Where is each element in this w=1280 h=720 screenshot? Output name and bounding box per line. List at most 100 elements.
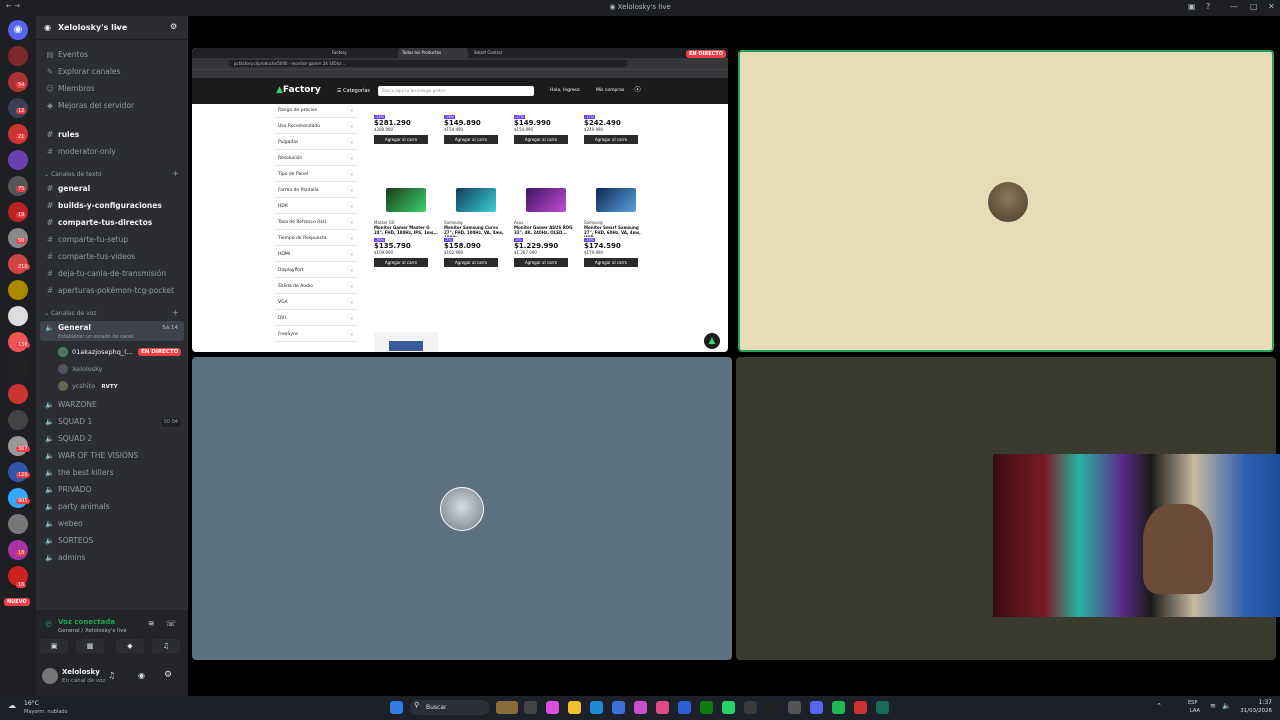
voice-user[interactable]: 01akazjosephq_(...: [58, 345, 133, 359]
channel-general[interactable]: # general: [44, 182, 90, 196]
server-header[interactable]: ◉ Xelolosky's live ⌄ ⚙: [36, 16, 188, 40]
avatar[interactable]: [42, 668, 58, 684]
product-card[interactable]: -17% $242.490 $249.990 Agregar al carro: [584, 114, 648, 144]
product-card[interactable]: Asus Monitor Gamer ASUS ROG 32", 4K, 240H…: [514, 188, 578, 267]
voice-user[interactable]: Xelolosky: [58, 362, 103, 376]
activities-button[interactable]: ◆: [116, 639, 144, 653]
server-icon[interactable]: [8, 280, 28, 300]
voice-channel[interactable]: 🔈 WAR OF THE VISIONS: [44, 449, 138, 463]
store-logo[interactable]: ▲Factory: [276, 85, 321, 95]
soundboard-icon[interactable]: ≋: [148, 619, 155, 628]
chat-bubble-icon[interactable]: ▲: [704, 333, 720, 349]
voice-channel[interactable]: 🔈 PRIVADO: [44, 483, 91, 497]
help-icon[interactable]: ?: [1206, 2, 1210, 11]
weather-temp[interactable]: 16°C: [24, 700, 39, 707]
browser-tab-active[interactable]: Todos los Productos: [398, 48, 468, 58]
clock-time[interactable]: 1:37: [1232, 699, 1272, 706]
server-icon[interactable]: [8, 410, 28, 430]
category-text[interactable]: ⌄ Canales de texto: [44, 171, 102, 178]
language-indicator-sub[interactable]: LAA: [1190, 708, 1200, 714]
instagram-icon[interactable]: [656, 701, 669, 714]
copilot-icon[interactable]: [546, 701, 559, 714]
file-explorer-icon[interactable]: [568, 701, 581, 714]
headphones-icon[interactable]: ◉: [138, 671, 145, 680]
voice-channel[interactable]: 🔈 SQUAD 1 00 04: [44, 415, 180, 429]
minimize-button[interactable]: —: [1230, 2, 1238, 11]
filter-item[interactable]: Uso Recomendado ⌄: [275, 119, 357, 134]
voice-channel[interactable]: 🔈 webeo: [44, 517, 82, 531]
product-card[interactable]: -27% $149.990 $154.990 Agregar al carro: [514, 114, 578, 144]
voice-channel-general[interactable]: 🔈 General 5á:14 Establecer un estado de c…: [40, 321, 184, 341]
voice-location[interactable]: General / Xelolosky's live: [58, 628, 127, 634]
add-member-icon[interactable]: ⚙: [170, 22, 177, 31]
filter-item[interactable]: FreeSync ⌄: [275, 327, 357, 342]
nav-events[interactable]: ▤ Eventos: [44, 48, 88, 62]
menu-button[interactable]: ☰ Categorías: [337, 88, 370, 94]
add-to-cart-button[interactable]: Agregar al carro: [514, 258, 568, 267]
inbox-icon[interactable]: ▣: [1188, 2, 1196, 11]
filter-item[interactable]: HDR ⌄: [275, 199, 357, 214]
server-icon[interactable]: [8, 358, 28, 378]
filter-item[interactable]: VGA ⌄: [275, 295, 357, 310]
product-card[interactable]: Samsung Monitor Samsung Curvo 27", FHD, 1…: [444, 188, 508, 267]
signal-icon[interactable]: ℗: [44, 620, 53, 630]
screen-share-tile[interactable]: Factory Todos los Productos Smart Contro…: [192, 48, 728, 352]
search-highlight-icon[interactable]: [496, 701, 518, 714]
add-to-cart-button[interactable]: Agregar al carro: [584, 135, 638, 144]
voice-user[interactable]: ycshito RVTY: [58, 379, 118, 393]
chevron-up-icon[interactable]: ⌃: [1156, 702, 1162, 710]
channel-moderator-only[interactable]: # moderator-only: [44, 145, 116, 159]
channel-deja-canal[interactable]: # deja-tu-canla-de-transmisión: [44, 267, 166, 281]
discord-home-icon[interactable]: ◉: [8, 20, 28, 40]
product-card[interactable]: Samsung Monitor Smart Samsung 27", FHD, 6…: [584, 188, 648, 267]
purchases-link[interactable]: Mis compras: [596, 88, 624, 93]
add-channel-icon[interactable]: +: [172, 169, 179, 178]
discord-icon[interactable]: [810, 701, 823, 714]
channel-aperturas[interactable]: # aperturas-pokémon-tcg-pocket: [44, 284, 174, 298]
cart-icon[interactable]: ☉: [634, 85, 641, 94]
app-icon[interactable]: [788, 701, 801, 714]
clock-date[interactable]: 31/03/2026: [1232, 708, 1272, 714]
terminal-icon[interactable]: [766, 701, 779, 714]
app-icon[interactable]: [744, 701, 757, 714]
filter-item[interactable]: Tiempo de Respuesta ⌄: [275, 231, 357, 246]
filter-item[interactable]: Pulgadas ⌄: [275, 135, 357, 150]
voice-channel[interactable]: 🔈 admins: [44, 551, 85, 565]
wifi-icon[interactable]: ≋: [1210, 702, 1216, 710]
channel-comparte-videos[interactable]: # comparte-tus-videos: [44, 250, 135, 264]
add-to-cart-button[interactable]: Agregar al carro: [514, 135, 568, 144]
channel-comparte-directos[interactable]: # comparte-tus-directos: [44, 216, 152, 230]
product-card[interactable]: -28% $149.890 $154.490 Agregar al carro: [444, 114, 508, 144]
channel-status[interactable]: Establecer un estado de canal: [58, 330, 134, 344]
disconnect-icon[interactable]: ☏: [166, 619, 176, 628]
server-icon[interactable]: [8, 46, 28, 66]
browser-tab[interactable]: Smart Control: [474, 50, 502, 55]
xbox-icon[interactable]: [700, 701, 713, 714]
weather-icon[interactable]: ☁: [8, 701, 16, 710]
maximize-button[interactable]: □: [1250, 2, 1258, 11]
screen-share-button[interactable]: ▩: [76, 639, 104, 653]
store-icon[interactable]: [612, 701, 625, 714]
weather-desc[interactable]: Mayorm. nublado: [24, 709, 68, 715]
add-to-cart-button[interactable]: Agregar al carro: [444, 258, 498, 267]
voice-channel[interactable]: 🔈 party animals: [44, 500, 109, 514]
add-channel-icon[interactable]: +: [172, 308, 179, 317]
whatsapp-icon[interactable]: [722, 701, 735, 714]
add-to-cart-button[interactable]: Agregar al carro: [584, 258, 638, 267]
camera-off-button[interactable]: ▣: [40, 639, 68, 653]
gear-icon[interactable]: ⚙: [164, 670, 172, 680]
volume-icon[interactable]: 🔈: [1222, 702, 1231, 710]
filter-item[interactable]: Salida de Audio ⌄: [275, 279, 357, 294]
app-icon[interactable]: [854, 701, 867, 714]
app-icon[interactable]: [634, 701, 647, 714]
app-icon[interactable]: [876, 701, 889, 714]
voice-channel[interactable]: 🔈 WARZONE: [44, 398, 96, 412]
filter-item[interactable]: Tasa de Refresco (Hz) ⌄: [275, 215, 357, 230]
channel-rules[interactable]: # rules: [44, 128, 79, 142]
filter-item[interactable]: Rango de precios ⌄: [275, 103, 357, 118]
server-icon[interactable]: [8, 150, 28, 170]
participant-tile[interactable]: [192, 357, 732, 660]
store-search-input[interactable]: Busca aquí tu tecnología pedorl: [378, 86, 534, 96]
filter-item[interactable]: DVI ⌄: [275, 311, 357, 326]
nav-members[interactable]: ☺ Miembros: [44, 82, 95, 96]
